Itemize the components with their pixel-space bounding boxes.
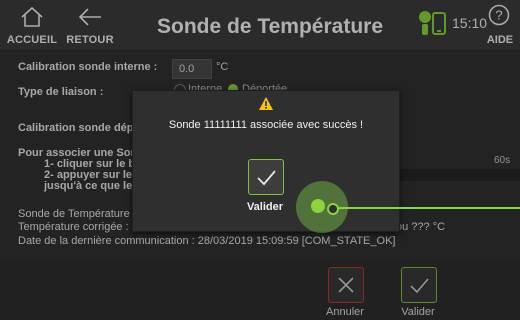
touch-dot xyxy=(311,199,325,213)
dialog-validate-label: Valider xyxy=(246,201,284,213)
touch-ring xyxy=(327,203,339,215)
touch-drag-line xyxy=(338,207,520,209)
checkmark-icon xyxy=(257,170,276,186)
dialog-validate-button[interactable] xyxy=(248,159,284,195)
success-dialog: Sonde 11111111 associée avec succès ! Va… xyxy=(132,90,400,232)
dialog-message: Sonde 11111111 associée avec succès ! xyxy=(168,119,364,131)
warning-icon xyxy=(259,97,273,110)
